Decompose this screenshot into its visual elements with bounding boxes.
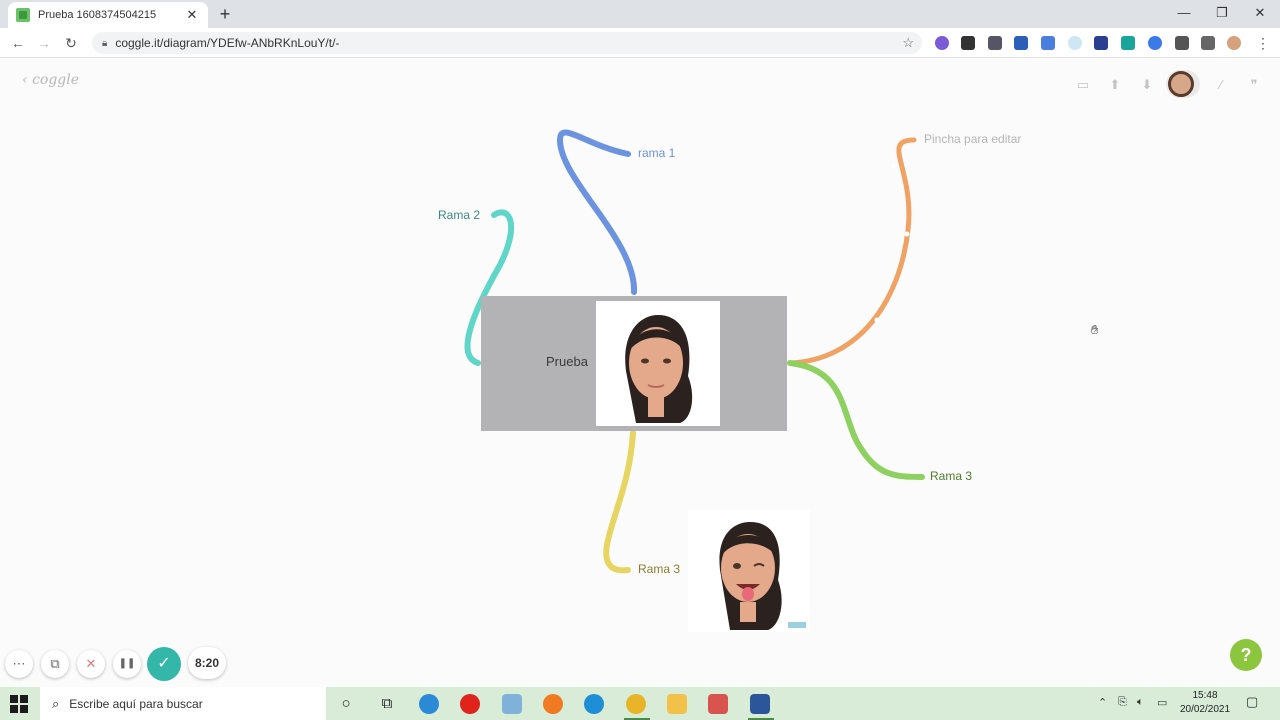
root-node[interactable]: Prueba	[481, 296, 787, 431]
taskbar-clock[interactable]: 15:48 20/02/2021	[1172, 689, 1238, 717]
notifications-icon[interactable]: ▢	[1246, 694, 1258, 710]
clock-time: 15:48	[1192, 690, 1218, 701]
node-rama-3-right[interactable]: Rama 3	[930, 469, 972, 483]
taskbar-search-box[interactable]: ⌕ Escribe aquí para buscar	[40, 687, 326, 720]
battery-icon[interactable]: ▭	[1157, 696, 1167, 709]
cancel-recording-button[interactable]: ✕	[77, 650, 105, 678]
node-rama-3-bottom[interactable]: Rama 3	[638, 562, 680, 576]
windows-start-icon[interactable]	[10, 695, 28, 713]
branch-node-dot	[852, 417, 858, 423]
winking-avatar-image[interactable]	[688, 510, 810, 632]
network-icon[interactable]: ⎘	[1118, 696, 1127, 709]
word-icon[interactable]	[750, 694, 770, 714]
branch-node-dot	[904, 231, 910, 237]
search-placeholder: Escribe aquí para buscar	[69, 696, 203, 711]
whiteboard-app-icon[interactable]	[708, 694, 728, 714]
firefox-icon[interactable]	[543, 694, 563, 714]
root-node-avatar-image	[596, 301, 720, 426]
help-button[interactable]: ?	[1230, 639, 1262, 671]
chrome-icon[interactable]	[626, 694, 646, 714]
task-view-icon[interactable]: ⧉	[376, 693, 398, 715]
clock-date: 20/02/2021	[1179, 704, 1231, 715]
branch-line-pincha	[787, 137, 917, 366]
finish-recording-button[interactable]: ✓	[147, 647, 181, 681]
cortana-icon[interactable]: ○	[335, 693, 357, 715]
search-icon: ⌕	[52, 695, 60, 711]
node-pincha-para-editar[interactable]: Pincha para editar	[924, 132, 1021, 146]
hand-cursor-icon: ✋︎	[1091, 322, 1099, 337]
recorder-more-icon[interactable]: ⋯	[5, 650, 33, 678]
node-rama-2[interactable]: Rama 2	[438, 208, 480, 222]
node-rama-1[interactable]: rama 1	[638, 146, 675, 160]
windows-taskbar: ⌕ Escribe aquí para buscar ○ ⧉ ⌃ ⎘ 🔈︎ ▭ …	[0, 687, 1280, 720]
branch-node-dot	[890, 163, 896, 169]
skype-icon[interactable]	[584, 694, 604, 714]
file-explorer-icon[interactable]	[667, 694, 687, 714]
branch-node-dot	[874, 317, 880, 323]
branch-line-rama-3-bottom	[603, 430, 636, 574]
edge-browser-icon[interactable]	[419, 694, 439, 714]
opera-icon[interactable]	[460, 694, 480, 714]
root-node-label: Prueba	[546, 354, 588, 369]
app-icon[interactable]	[502, 694, 522, 714]
volume-icon[interactable]: 🔈︎	[1137, 696, 1144, 709]
tray-chevron-icon[interactable]: ⌃	[1098, 696, 1107, 709]
pause-recording-button[interactable]: ❚❚	[113, 650, 141, 678]
recording-timer: 8:20	[188, 647, 226, 679]
branch-line-rama-1	[556, 129, 638, 295]
webcam-toggle-icon[interactable]: ⧉	[41, 650, 69, 678]
